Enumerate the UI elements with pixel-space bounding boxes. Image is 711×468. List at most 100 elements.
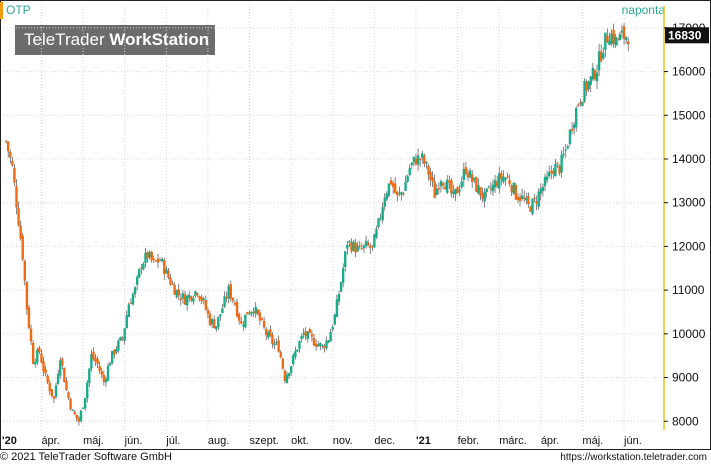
candle-body [437,188,441,190]
candle-body [183,294,187,305]
price-chart[interactable]: 8000 9000 10000 11000 12000 13000 14000 15000 16… [0,0,711,450]
candle-body [123,328,126,341]
candle-body [163,259,166,275]
candle-body [360,248,364,250]
candle-body [119,336,122,341]
candle-body [537,191,540,207]
candle-body [86,382,89,399]
candle-body [414,158,418,165]
candle-body [242,324,245,327]
candle-body [267,331,270,338]
candle-body [525,197,528,201]
candle-body [483,191,486,202]
x-tick-label: jún. [124,435,143,447]
candle-body [346,244,349,249]
candle-body [606,35,609,43]
candle-body [129,303,133,305]
candle-body [377,218,380,227]
y-tick-label: 11000 [672,283,705,297]
candle-body [599,51,603,62]
candle-body [254,306,257,315]
candle-body [65,380,68,391]
candle-body [56,373,60,384]
candle-body [77,417,81,422]
candle-body [306,331,309,340]
y-tick-label: 15000 [672,108,706,122]
candle-body [316,344,320,347]
candle-body [34,361,37,365]
candle-body [369,246,372,249]
candle-body [9,151,12,158]
candle-body [583,81,586,102]
candle-body [102,374,106,382]
candle-body [620,30,624,33]
candle-body [448,180,451,183]
candle-body [435,188,438,195]
candle-body [275,341,278,343]
candles [4,23,630,426]
candle-body [194,291,197,296]
candle-body [491,184,495,192]
x-tick-label: máj. [582,435,603,447]
candle-body [208,313,212,326]
x-tick-label: márc. [499,435,527,447]
candle-body [83,397,87,409]
candle-body [552,170,555,174]
x-tick-label: '21 [416,435,431,447]
candle-body [19,225,22,239]
x-tick-label: júl. [165,435,180,447]
candle-body [527,195,530,205]
candle-body [466,173,470,178]
candle-body [574,107,578,128]
last-value-label: 16830 [668,28,702,42]
candle-body [383,197,386,207]
candle-body [477,184,480,194]
candle-body [356,245,359,252]
candle-body [212,319,216,329]
candle-body [198,296,201,300]
candle-body [327,340,330,343]
candle-body [375,228,378,238]
candle-body [177,289,180,296]
y-tick-label: 16000 [672,65,706,79]
x-tick-label: okt. [291,435,309,447]
candle-body [616,38,620,40]
candle-body [108,363,112,366]
candle-body [456,187,459,194]
candle-body [27,307,31,329]
candle-body [246,311,249,315]
candle-body [339,282,343,292]
candle-body [310,334,314,337]
candle-body [348,241,351,243]
candle-body [113,350,116,355]
candle-body [54,385,58,397]
candle-body [38,347,41,352]
candle-body [408,168,411,176]
candle-body [312,338,316,346]
candle-body [6,141,10,152]
candle-body [502,176,505,182]
candle-body [110,351,114,364]
candle-body [396,191,399,196]
candle-body [285,374,289,383]
candle-body [196,293,199,296]
candle-body [331,326,334,330]
candle-body [387,183,391,196]
candle-body [475,177,478,192]
candle-body [489,188,493,190]
candle-body [568,129,572,144]
source-url[interactable]: https://workstation.teletrader.com [560,452,707,463]
candle-body [173,284,176,295]
candle-body [48,382,51,392]
candle-body [452,191,455,194]
candle-body [373,234,376,248]
candle-body [612,29,615,44]
candle-body [577,104,580,106]
candle-body [237,313,241,321]
candle-body [273,343,276,346]
candle-body [450,180,453,194]
candle-body [421,153,424,158]
y-tick-label: 10000 [672,327,706,341]
x-tick-label: '20 [2,435,17,447]
candle-body [88,368,91,383]
